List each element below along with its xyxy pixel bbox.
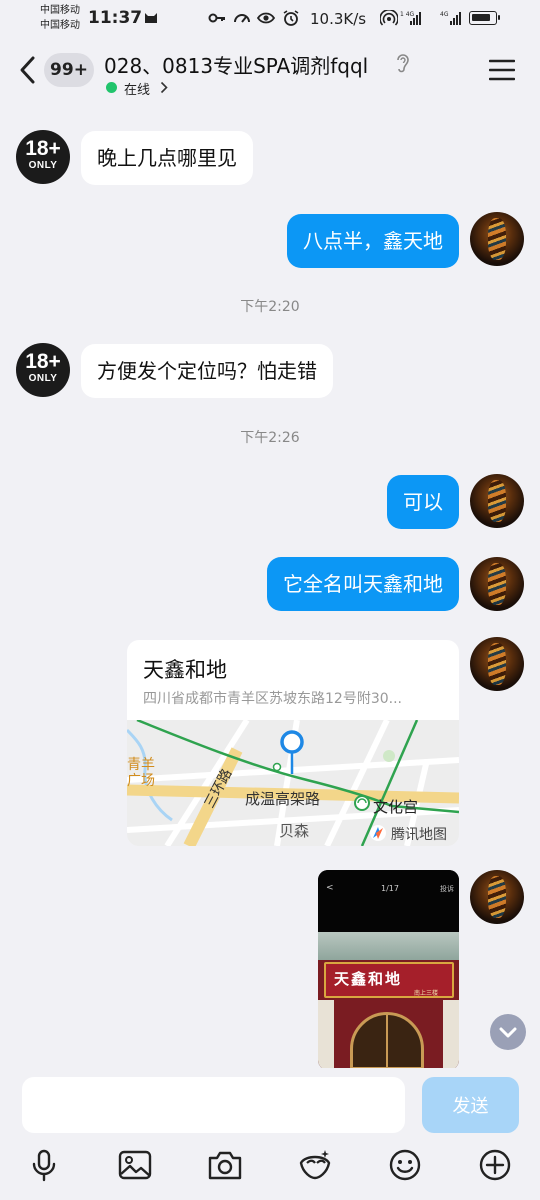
- message-timestamp: 下午2:20: [240, 299, 300, 315]
- contact-avatar[interactable]: 18+ ONLY: [16, 343, 70, 397]
- message-input[interactable]: [22, 1077, 405, 1133]
- camera-icon[interactable]: [207, 1147, 243, 1183]
- map-brand: 腾讯地图: [391, 827, 447, 843]
- key-icon: [208, 13, 225, 23]
- photo-report: 投诉: [440, 885, 454, 893]
- my-avatar[interactable]: [470, 870, 524, 924]
- alarm-icon: [283, 10, 299, 26]
- ear-icon[interactable]: [395, 52, 411, 74]
- message-bubble-incoming[interactable]: 方便发个定位吗？怕走错: [81, 344, 333, 398]
- back-arrow-icon[interactable]: [16, 54, 40, 86]
- location-card[interactable]: 天鑫和地 四川省成都市青羊区苏坡东路12号附30... 青羊 广场 三环路 成温…: [127, 640, 459, 846]
- tencent-map-logo-icon: [370, 825, 386, 841]
- send-button[interactable]: 发送: [422, 1077, 519, 1133]
- menu-icon[interactable]: [489, 59, 515, 81]
- message-timestamp: 下午2:26: [240, 430, 300, 446]
- my-avatar[interactable]: [470, 212, 524, 266]
- chevron-right-icon[interactable]: [160, 81, 168, 94]
- eye-icon: [257, 12, 275, 24]
- location-map[interactable]: 青羊 广场 三环路 成温高架路 文化宫 贝森 腾讯地图: [127, 720, 459, 846]
- carrier-2: 中国移动: [40, 20, 80, 31]
- contact-avatar[interactable]: 18+ ONLY: [16, 130, 70, 184]
- battery-icon: [469, 11, 500, 25]
- chevron-down-icon: [499, 1027, 517, 1038]
- signal-icon: 1 4G: [400, 11, 421, 25]
- hotspot-icon: [380, 10, 398, 26]
- photo-page: 1/17: [381, 884, 399, 893]
- my-avatar[interactable]: [470, 474, 524, 528]
- sign-text: 天鑫和地: [334, 970, 403, 988]
- sticker-icon[interactable]: [297, 1147, 333, 1183]
- speedometer-icon: [234, 14, 250, 23]
- unread-badge[interactable]: 99+: [44, 53, 94, 87]
- message-bubble-incoming[interactable]: 晚上几点哪里见: [81, 131, 253, 185]
- online-status[interactable]: 在线: [124, 79, 150, 98]
- map-label: 文化宫: [373, 798, 419, 816]
- signal-icon: 4G: [440, 11, 461, 25]
- location-address: 四川省成都市青羊区苏坡东路12号附30...: [143, 691, 402, 707]
- status-time: 11:37: [88, 8, 143, 28]
- location-name: 天鑫和地: [143, 658, 227, 682]
- scroll-to-bottom-button[interactable]: [490, 1014, 526, 1050]
- online-indicator: [106, 82, 117, 93]
- sign-subtext: 南上三楼: [414, 990, 439, 997]
- carrier-1: 中国移动: [40, 5, 80, 16]
- svg-text:4G: 4G: [440, 11, 449, 18]
- map-label: 贝森: [279, 822, 310, 840]
- emoji-icon[interactable]: [387, 1147, 423, 1183]
- map-label: 成温高架路: [245, 790, 321, 808]
- message-bubble-outgoing[interactable]: 八点半，鑫天地: [287, 214, 459, 268]
- chat-title[interactable]: 028、0813专业SPA调剂fqql: [104, 50, 368, 79]
- cat-icon: [145, 13, 157, 23]
- image-icon[interactable]: [117, 1147, 153, 1183]
- image-message[interactable]: < 1/17 投诉 天鑫和地 南上三楼: [318, 870, 459, 1070]
- net-speed: 10.3K/s: [310, 10, 367, 28]
- message-bubble-outgoing[interactable]: 它全名叫天鑫和地: [267, 557, 459, 611]
- message-bubble-outgoing[interactable]: 可以: [387, 475, 459, 529]
- photo-back: <: [326, 883, 334, 893]
- svg-text:1 4G: 1 4G: [400, 11, 415, 18]
- microphone-icon[interactable]: [26, 1147, 62, 1183]
- my-avatar[interactable]: [470, 637, 524, 691]
- plus-icon[interactable]: [477, 1147, 513, 1183]
- map-label: 广场: [127, 773, 155, 789]
- my-avatar[interactable]: [470, 557, 524, 611]
